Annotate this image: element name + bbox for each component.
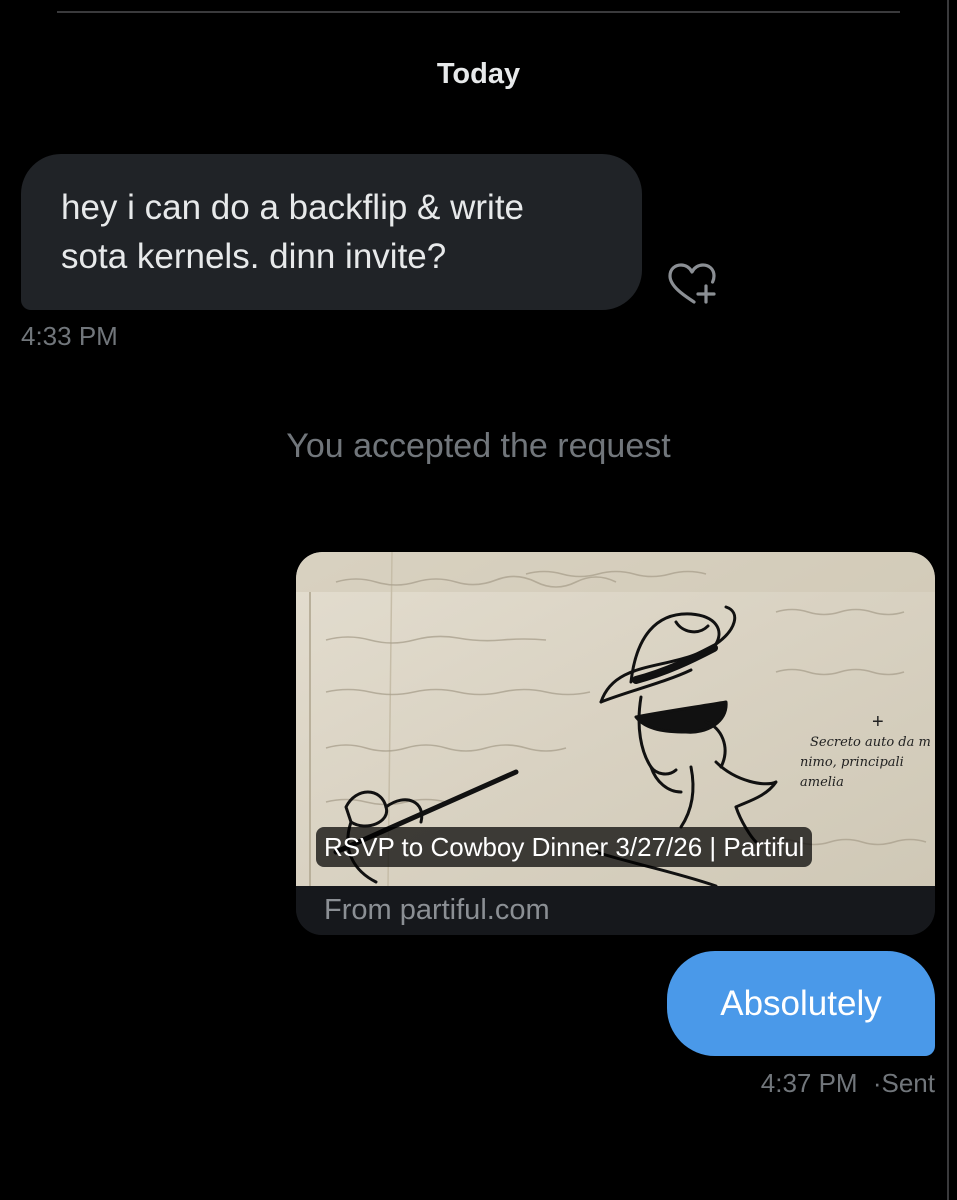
request-accepted-notice: You accepted the request xyxy=(286,427,671,465)
sent-message-meta: 4:37 PM ·Sent xyxy=(761,1068,935,1099)
illustration-caption-line: amelia xyxy=(800,775,844,790)
link-preview-footer: From partiful.com xyxy=(296,886,935,935)
illustration-caption-line: nimo, principali xyxy=(800,755,904,770)
link-preview-card[interactable]: Secreto auto da m nimo, principali ameli… xyxy=(296,552,935,935)
cross-mark-glyph: + xyxy=(872,711,884,733)
message-timestamp: 4:33 PM xyxy=(21,321,118,351)
link-preview-domain: From partiful.com xyxy=(324,894,550,926)
delivery-status: Sent xyxy=(881,1068,936,1098)
date-header: Today xyxy=(436,58,521,90)
status-separator: · xyxy=(872,1068,882,1098)
react-button[interactable] xyxy=(664,260,720,310)
heart-plus-icon xyxy=(668,263,716,304)
message-line: hey i can do a backflip & write xyxy=(61,188,525,227)
illustration-caption-line: Secreto auto da m xyxy=(810,735,931,750)
sent-message-bubble[interactable]: Absolutely xyxy=(667,951,935,1056)
message-timestamp: 4:37 PM xyxy=(760,1068,858,1098)
message-line: sota kernels. dinn invite? xyxy=(61,237,447,276)
received-message-bubble[interactable]: hey i can do a backflip & write sota ker… xyxy=(21,154,642,310)
top-divider xyxy=(57,11,900,13)
link-preview-title: RSVP to Cowboy Dinner 3/27/26 | Partiful xyxy=(316,827,813,867)
scrollbar[interactable] xyxy=(947,0,949,1200)
